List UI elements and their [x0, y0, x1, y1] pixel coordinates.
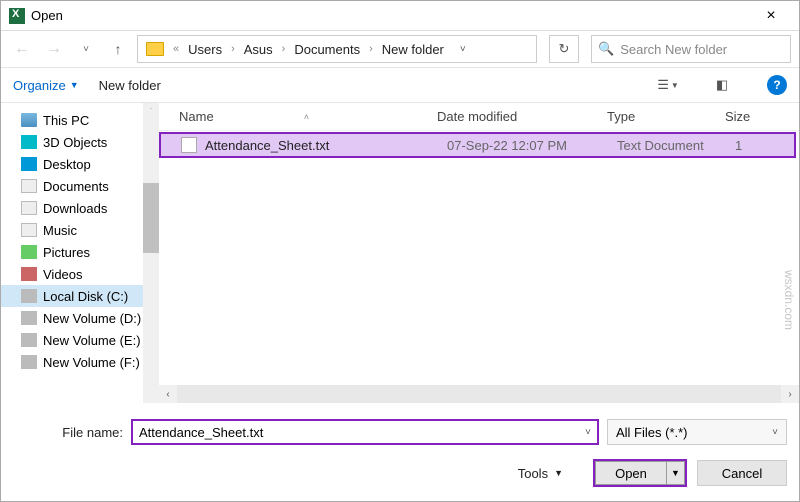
pictures-icon	[21, 245, 37, 259]
up-button[interactable]: ↑	[105, 36, 131, 62]
chevron-down-icon[interactable]: ˅	[585, 427, 591, 438]
new-folder-button[interactable]: New folder	[99, 78, 161, 93]
chevron-right-icon: ›	[228, 43, 238, 55]
folder-icon	[146, 42, 164, 56]
sidebar-item-music[interactable]: Music	[1, 219, 159, 241]
file-size: 1	[735, 138, 742, 153]
sidebar-item-new-volume-e[interactable]: New Volume (E:)	[1, 329, 159, 351]
sidebar-item-local-disk-c[interactable]: Local Disk (C:)	[1, 285, 159, 307]
breadcrumb-item[interactable]: New folder	[378, 40, 448, 59]
breadcrumb-item[interactable]: Asus	[240, 40, 277, 59]
address-dropdown[interactable]: ˅	[450, 44, 466, 55]
help-button[interactable]: ?	[767, 75, 787, 95]
bottom-panel: File name: Attendance_Sheet.txt ˅ All Fi…	[1, 403, 799, 499]
file-list-area: Name˄ Date modified Type Size Attendance…	[159, 103, 799, 403]
filter-label: All Files (*.*)	[616, 425, 688, 440]
button-row: Tools ▼ Open ▼ Cancel	[13, 459, 787, 487]
sidebar-item-new-volume-d[interactable]: New Volume (D:)	[1, 307, 159, 329]
file-date-modified: 07-Sep-22 12:07 PM	[447, 138, 617, 153]
scroll-right-button[interactable]: ›	[781, 385, 799, 403]
music-icon	[21, 223, 37, 237]
disk-icon	[21, 333, 37, 347]
filename-row: File name: Attendance_Sheet.txt ˅ All Fi…	[13, 419, 787, 445]
disk-icon	[21, 289, 37, 303]
breadcrumb-prefix: «	[170, 43, 182, 55]
watermark: wsxdn.com	[782, 270, 796, 330]
nav-row: ← → ˅ ↑ « Users › Asus › Documents › New…	[1, 31, 799, 67]
3d-icon	[21, 135, 37, 149]
sidebar-item-documents[interactable]: Documents	[1, 175, 159, 197]
scroll-left-button[interactable]: ‹	[159, 385, 177, 403]
file-type-filter[interactable]: All Files (*.*) ˅	[607, 419, 787, 445]
filename-label: File name:	[13, 425, 123, 440]
documents-icon	[21, 179, 37, 193]
sidebar-scrollbar[interactable]	[143, 109, 159, 403]
filename-value: Attendance_Sheet.txt	[139, 425, 263, 440]
filename-input[interactable]: Attendance_Sheet.txt ˅	[131, 419, 599, 445]
column-header-name[interactable]: Name˄	[179, 109, 437, 124]
refresh-button[interactable]: ↻	[549, 35, 579, 63]
horizontal-scrollbar[interactable]: ‹ ›	[159, 385, 799, 403]
forward-button[interactable]: →	[41, 36, 67, 62]
sidebar-item-pictures[interactable]: Pictures	[1, 241, 159, 263]
sidebar-item-downloads[interactable]: Downloads	[1, 197, 159, 219]
disk-icon	[21, 355, 37, 369]
excel-icon	[9, 8, 25, 24]
view-options-button[interactable]: ☰ ▼	[651, 73, 685, 97]
window-title: Open	[31, 8, 751, 23]
close-button[interactable]: ×	[751, 7, 791, 25]
sidebar-item-desktop[interactable]: Desktop	[1, 153, 159, 175]
chevron-down-icon: ▼	[671, 81, 679, 90]
toolbar: Organize ▼ New folder ☰ ▼ ◧ ?	[1, 67, 799, 103]
sidebar-item-3d-objects[interactable]: 3D Objects	[1, 131, 159, 153]
open-split-button[interactable]: ▼	[667, 461, 685, 485]
sidebar: This PC 3D Objects Desktop Documents Dow…	[1, 103, 159, 403]
preview-icon: ◧	[716, 77, 728, 93]
sidebar-item-videos[interactable]: Videos	[1, 263, 159, 285]
desktop-icon	[21, 157, 37, 171]
preview-pane-button[interactable]: ◧	[705, 73, 739, 97]
list-icon: ☰	[657, 77, 669, 93]
search-input[interactable]: 🔍 Search New folder	[591, 35, 791, 63]
back-button[interactable]: ←	[9, 36, 35, 62]
open-button-group: Open ▼	[593, 459, 687, 487]
pc-icon	[21, 113, 37, 127]
chevron-down-icon: ▼	[554, 468, 563, 478]
address-bar[interactable]: « Users › Asus › Documents › New folder …	[137, 35, 537, 63]
sort-caret-icon: ˄	[304, 112, 309, 122]
file-row[interactable]: Attendance_Sheet.txt 07-Sep-22 12:07 PM …	[159, 132, 796, 158]
chevron-down-icon: ˅	[772, 427, 778, 438]
file-name: Attendance_Sheet.txt	[205, 138, 447, 153]
scrollbar-track[interactable]	[177, 385, 781, 403]
sidebar-scrollbar-thumb[interactable]	[143, 183, 159, 253]
recent-dropdown[interactable]: ˅	[73, 36, 99, 62]
open-button[interactable]: Open	[595, 461, 667, 485]
disk-icon	[21, 311, 37, 325]
chevron-down-icon: ▼	[70, 80, 79, 90]
tools-menu[interactable]: Tools ▼	[518, 466, 563, 481]
column-header-size[interactable]: Size	[725, 109, 799, 124]
search-placeholder: Search New folder	[620, 42, 727, 57]
title-bar: Open ×	[1, 1, 799, 31]
sidebar-item-new-volume-f[interactable]: New Volume (F:)	[1, 351, 159, 373]
sidebar-item-this-pc[interactable]: This PC	[1, 109, 159, 131]
downloads-icon	[21, 201, 37, 215]
column-headers: Name˄ Date modified Type Size	[159, 103, 799, 131]
chevron-right-icon: ›	[366, 43, 376, 55]
breadcrumb-item[interactable]: Documents	[290, 40, 364, 59]
breadcrumb-item[interactable]: Users	[184, 40, 226, 59]
column-header-date-modified[interactable]: Date modified	[437, 109, 607, 124]
cancel-button[interactable]: Cancel	[697, 460, 787, 486]
file-type: Text Document	[617, 138, 735, 153]
chevron-right-icon: ›	[279, 43, 289, 55]
organize-menu[interactable]: Organize ▼	[13, 78, 79, 93]
videos-icon	[21, 267, 37, 281]
search-icon: 🔍	[598, 41, 614, 57]
dialog-body: This PC 3D Objects Desktop Documents Dow…	[1, 103, 799, 403]
column-header-type[interactable]: Type	[607, 109, 725, 124]
text-file-icon	[181, 137, 197, 153]
